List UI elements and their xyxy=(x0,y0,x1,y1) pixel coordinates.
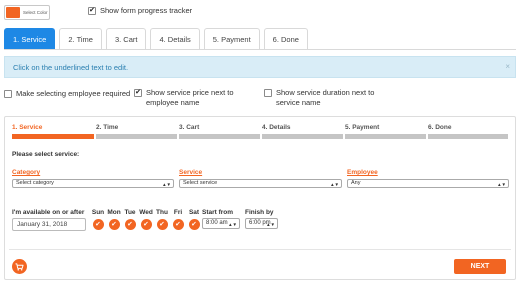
tab-details[interactable]: 4. Details xyxy=(150,28,200,49)
section-title[interactable]: Please select service: xyxy=(12,151,79,158)
finish-by-label[interactable]: Finish by xyxy=(245,209,274,216)
service-select[interactable]: Select service ▲▼ xyxy=(179,179,342,188)
start-time-select[interactable]: 8:00 am ▲▼ xyxy=(202,218,240,229)
tab-time[interactable]: 2. Time xyxy=(59,28,102,49)
step-bar-time xyxy=(96,134,177,139)
step-done[interactable]: 6. Done xyxy=(428,124,451,131)
select-color-label: Select Color xyxy=(23,9,48,15)
step-payment[interactable]: 5. Payment xyxy=(345,124,379,131)
finish-time-select[interactable]: 6:00 pm ▲▼ xyxy=(245,218,278,229)
employee-required-option[interactable]: Make selecting employee required xyxy=(4,89,130,99)
start-time-value: 8:00 am xyxy=(206,220,228,226)
tab-payment[interactable]: 5. Payment xyxy=(203,28,260,49)
next-button[interactable]: NEXT xyxy=(454,259,506,274)
alert-text: Click on the underlined text to edit. xyxy=(13,62,129,72)
info-alert: Click on the underlined text to edit. × xyxy=(4,56,516,78)
check-icon[interactable]: ✔ xyxy=(156,219,168,230)
color-swatch xyxy=(6,6,20,18)
select-color-button[interactable]: Select Color xyxy=(4,4,50,20)
color-picker-row: Select Color xyxy=(4,4,50,20)
booking-form-preview: 1. Service 2. Time 3. Cart 4. Details 5.… xyxy=(4,116,516,280)
check-icon[interactable]: ✔ xyxy=(140,219,152,230)
check-icon[interactable]: ✔ xyxy=(188,219,200,230)
progress-tracker-option[interactable]: Show form progress tracker xyxy=(88,6,192,15)
show-duration-label: Show service duration next to service na… xyxy=(276,88,375,107)
employee-select-value: Any xyxy=(351,180,361,186)
employee-select[interactable]: Any ▲▼ xyxy=(347,179,509,188)
chevron-down-icon: ▲▼ xyxy=(266,222,275,227)
day-wed[interactable]: Wed ✔ xyxy=(138,209,154,230)
day-sun[interactable]: Sun ✔ xyxy=(90,209,106,230)
employee-label[interactable]: Employee xyxy=(347,169,378,176)
service-select-value: Select service xyxy=(183,180,218,186)
step-cart[interactable]: 3. Cart xyxy=(179,124,199,131)
date-input[interactable]: January 31, 2018 xyxy=(12,218,86,231)
show-price-checkbox[interactable] xyxy=(134,89,142,97)
chevron-down-icon: ▲▼ xyxy=(228,222,237,227)
day-label: Sat xyxy=(188,209,200,216)
close-icon[interactable]: × xyxy=(505,62,510,71)
show-price-option[interactable]: Show service price next to employee name xyxy=(134,88,264,108)
check-icon[interactable]: ✔ xyxy=(108,219,120,230)
progress-tracker-checkbox[interactable] xyxy=(88,6,96,15)
tab-service[interactable]: 1. Service xyxy=(4,28,56,49)
availability-label[interactable]: I'm available on or after xyxy=(12,209,84,216)
day-thu[interactable]: Thu ✔ xyxy=(154,209,170,230)
step-time[interactable]: 2. Time xyxy=(96,124,118,131)
employee-required-checkbox[interactable] xyxy=(4,90,12,98)
day-sat[interactable]: Sat ✔ xyxy=(186,209,202,230)
check-icon[interactable]: ✔ xyxy=(92,219,104,230)
show-duration-option[interactable]: Show service duration next to service na… xyxy=(264,88,400,108)
tab-cart[interactable]: 3. Cart xyxy=(105,28,147,49)
step-bar-details xyxy=(262,134,343,139)
chevron-down-icon: ▲▼ xyxy=(162,182,171,187)
progress-tracker-label: Show form progress tracker xyxy=(100,6,193,15)
day-label: Tue xyxy=(124,209,136,216)
day-fri[interactable]: Fri ✔ xyxy=(170,209,186,230)
category-select[interactable]: Select category ▲▼ xyxy=(12,179,174,188)
form-options: Make selecting employee required Show se… xyxy=(4,88,516,110)
step-details[interactable]: 4. Details xyxy=(262,124,291,131)
step-bar-payment xyxy=(345,134,426,139)
service-label[interactable]: Service xyxy=(179,169,202,176)
tab-done[interactable]: 6. Done xyxy=(263,28,308,49)
day-label: Fri xyxy=(173,209,183,216)
chevron-down-icon: ▲▼ xyxy=(330,182,339,187)
step-tabs: 1. Service 2. Time 3. Cart 4. Details 5.… xyxy=(4,28,312,49)
check-icon[interactable]: ✔ xyxy=(172,219,184,230)
check-icon[interactable]: ✔ xyxy=(124,219,136,230)
footer-divider xyxy=(9,249,511,250)
step-bar-cart xyxy=(179,134,260,139)
show-duration-checkbox[interactable] xyxy=(264,89,272,97)
category-select-value: Select category xyxy=(16,180,54,186)
day-label: Mon xyxy=(107,209,121,216)
chevron-down-icon: ▲▼ xyxy=(497,182,506,187)
show-price-label: Show service price next to employee name xyxy=(146,88,234,107)
step-service[interactable]: 1. Service xyxy=(12,124,42,131)
day-tue[interactable]: Tue ✔ xyxy=(122,209,138,230)
day-label: Wed xyxy=(139,209,153,216)
cart-button[interactable] xyxy=(12,259,27,274)
day-label: Sun xyxy=(91,209,105,216)
start-from-label[interactable]: Start from xyxy=(202,209,233,216)
tabs-divider xyxy=(4,49,516,50)
category-label[interactable]: Category xyxy=(12,169,40,176)
step-bar-done xyxy=(428,134,508,139)
day-label: Thu xyxy=(156,209,168,216)
day-mon[interactable]: Mon ✔ xyxy=(106,209,122,230)
employee-required-label: Make selecting employee required xyxy=(16,89,131,98)
cart-icon xyxy=(15,262,24,271)
step-bar-service xyxy=(12,134,94,139)
